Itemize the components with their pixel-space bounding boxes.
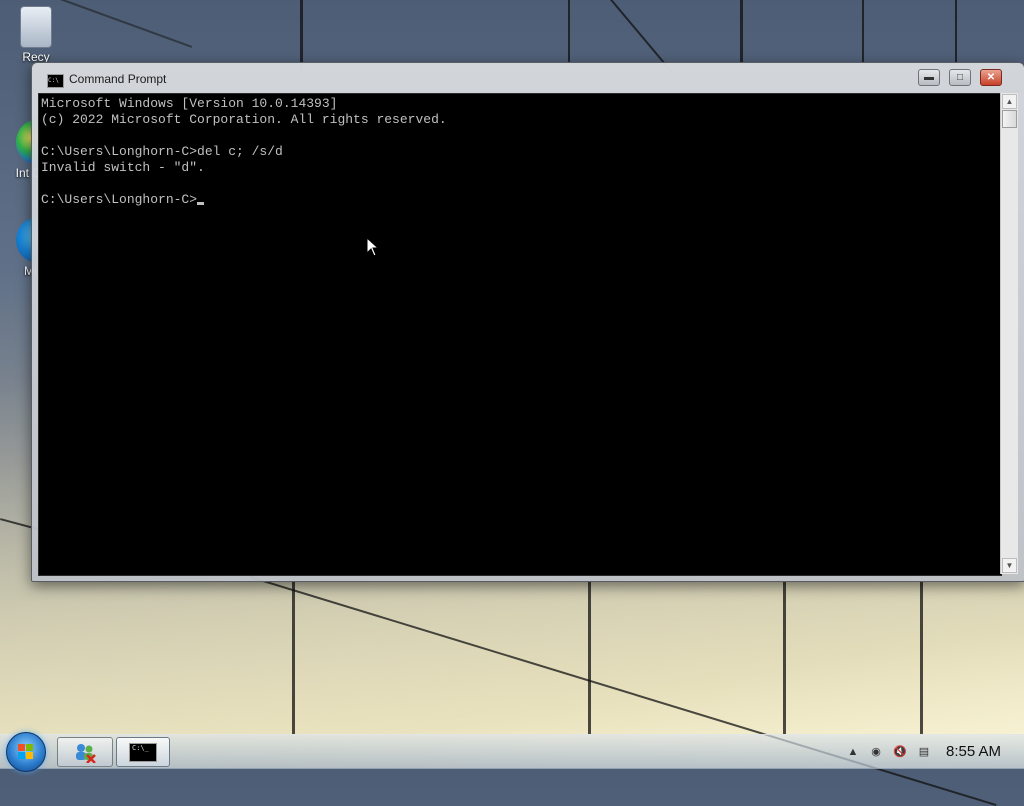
scroll-up-button[interactable]: ▲ bbox=[1002, 94, 1017, 109]
console-line: C:\Users\Longhorn-C>del c; /s/d bbox=[41, 144, 283, 159]
chevron-down-icon: ▼ bbox=[1005, 561, 1014, 570]
minimize-icon: ▬ bbox=[924, 72, 934, 83]
recycle-bin-icon bbox=[20, 6, 52, 48]
console-line: Invalid switch - "d". bbox=[41, 160, 205, 175]
windows-start-icon bbox=[18, 744, 34, 760]
close-button[interactable]: ✕ bbox=[980, 69, 1002, 86]
people-network-icon bbox=[76, 744, 96, 763]
command-prompt-window[interactable]: C:\ Command Prompt ▬ □ ✕ Microsoft Windo… bbox=[31, 62, 1024, 582]
volume-muted-icon[interactable]: 🔇 bbox=[893, 745, 907, 759]
minimize-button[interactable]: ▬ bbox=[918, 69, 940, 86]
desktop-icon-recycle-bin[interactable]: Recy bbox=[6, 6, 66, 64]
maximize-button[interactable]: □ bbox=[949, 69, 971, 86]
window-titlebar[interactable]: C:\ Command Prompt ▬ □ ✕ bbox=[32, 63, 1024, 93]
mouse-pointer-icon bbox=[366, 237, 380, 257]
window-title: Command Prompt bbox=[69, 72, 167, 86]
command-prompt-icon: C:\_ bbox=[129, 743, 157, 762]
cmd-icon: C:\ bbox=[47, 74, 64, 88]
network-icon[interactable]: ◉ bbox=[869, 745, 883, 759]
taskbar-people-button[interactable] bbox=[57, 737, 113, 767]
console-line: Microsoft Windows [Version 10.0.14393] bbox=[41, 96, 338, 111]
text-cursor bbox=[197, 202, 205, 205]
scroll-down-button[interactable]: ▼ bbox=[1002, 558, 1017, 573]
scrollbar-thumb[interactable] bbox=[1002, 110, 1017, 128]
maximize-icon: □ bbox=[956, 72, 964, 83]
action-center-icon[interactable]: ▤ bbox=[917, 745, 931, 759]
console-text: Microsoft Windows [Version 10.0.14393] (… bbox=[41, 96, 447, 208]
console-line: (c) 2022 Microsoft Corporation. All righ… bbox=[41, 112, 447, 127]
vertical-scrollbar[interactable]: ▲ ▼ bbox=[1000, 93, 1018, 574]
console-prompt: C:\Users\Longhorn-C> bbox=[41, 192, 198, 207]
show-hidden-icons-icon[interactable]: ▲ bbox=[846, 745, 860, 759]
taskbar: C:\_ ▲ ◉ 🔇 ▤ 8:55 AM bbox=[0, 732, 1024, 772]
taskbar-command-prompt-button[interactable]: C:\_ bbox=[116, 737, 170, 767]
close-icon: ✕ bbox=[986, 72, 996, 83]
chevron-up-icon: ▲ bbox=[1005, 97, 1014, 106]
start-button[interactable] bbox=[6, 732, 46, 772]
console-output-area[interactable]: Microsoft Windows [Version 10.0.14393] (… bbox=[38, 93, 1002, 576]
taskbar-clock[interactable]: 8:55 AM bbox=[946, 743, 1001, 760]
